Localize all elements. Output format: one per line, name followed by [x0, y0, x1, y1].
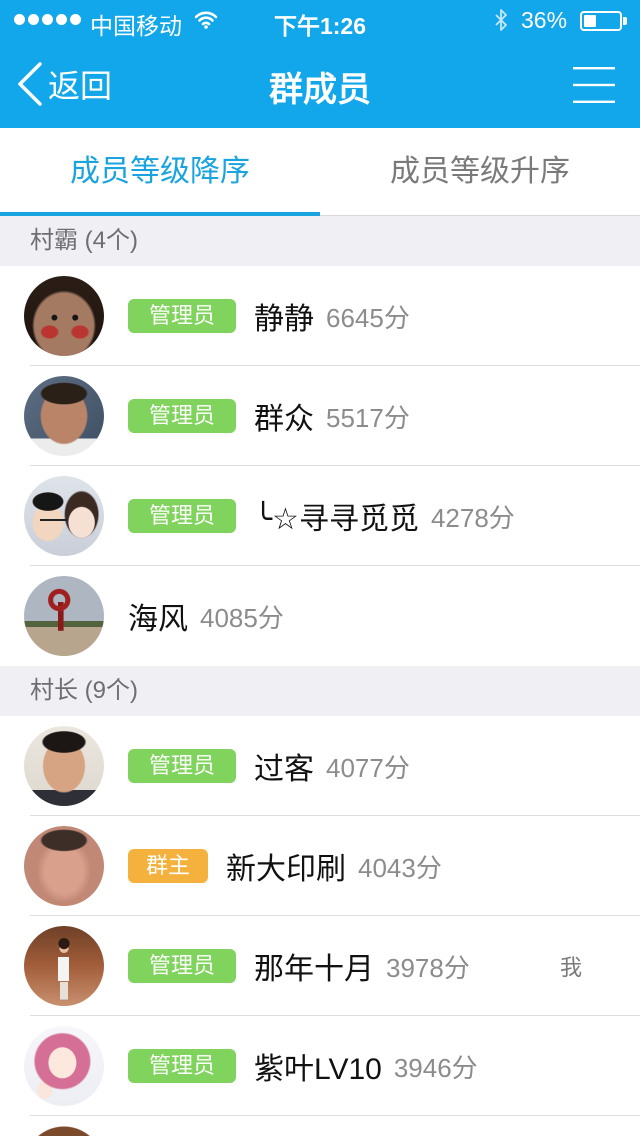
signal-strength: [14, 14, 84, 26]
page-title: 群成员: [269, 71, 371, 109]
member-name: 群众: [254, 403, 314, 436]
member-name: 紫叶LV10: [254, 1053, 382, 1086]
avatar: [24, 376, 104, 456]
app-header: 中国移动 下午1:26 36% 返回 群成员: [0, 0, 640, 128]
signal-dot-icon: [28, 14, 39, 25]
tab-level-ascending[interactable]: 成员等级升序: [320, 128, 640, 215]
carrier-name: 中国移动: [90, 13, 182, 39]
member-row[interactable]: 管理员 过客 4077分: [0, 716, 640, 816]
signal-dot-icon: [42, 14, 53, 25]
self-tag: 我: [560, 955, 583, 980]
avatar: [24, 726, 104, 806]
wifi-icon: [194, 11, 218, 29]
battery-level-fill: [584, 15, 596, 27]
admin-badge: 管理员: [128, 399, 236, 433]
admin-badge: 管理员: [128, 299, 236, 333]
admin-badge: 管理员: [128, 949, 236, 983]
section-header: 村长 (9个): [0, 666, 640, 716]
admin-badge: 管理员: [128, 499, 236, 533]
member-row[interactable]: 管理员 群众 5517分: [0, 366, 640, 466]
member-name: 过客: [254, 753, 314, 786]
member-name: 新大印刷: [226, 853, 346, 886]
avatar: [24, 1126, 104, 1136]
member-row[interactable]: 管理员 紫叶LV10 3946分: [0, 1016, 640, 1116]
member-name: 海风: [128, 603, 188, 636]
battery-icon: [580, 11, 622, 31]
owner-badge: 群主: [128, 849, 208, 883]
member-list: 村霸 (4个) 管理员 静静 6645分 管理员 群众 5517分 管理员 ╰☆…: [0, 216, 640, 1136]
section-header: 村霸 (4个): [0, 216, 640, 266]
member-score: 3978分: [386, 952, 470, 983]
bluetooth-icon: [495, 9, 507, 31]
avatar: [24, 826, 104, 906]
tab-level-descending[interactable]: 成员等级降序: [0, 128, 320, 216]
member-row[interactable]: 群主 新大印刷 4043分: [0, 816, 640, 916]
battery-percent: 36%: [521, 7, 568, 33]
avatar: [24, 576, 104, 656]
member-name: ╰☆寻寻觅觅: [254, 503, 419, 536]
member-score: 4043分: [358, 852, 442, 883]
member-score: 4077分: [326, 752, 410, 783]
chevron-left-icon: [18, 62, 42, 106]
admin-badge: 管理员: [128, 1049, 236, 1083]
clock: 下午1:26: [273, 13, 367, 39]
avatar: [24, 926, 104, 1006]
status-bar: 中国移动 下午1:26 36%: [0, 0, 640, 40]
battery-tip: [623, 17, 627, 25]
menu-icon[interactable]: [572, 66, 616, 104]
member-row[interactable]: 管理员 静静 6645分: [0, 266, 640, 366]
signal-dot-icon: [14, 14, 25, 25]
back-button[interactable]: 返回: [14, 60, 112, 108]
avatar: [24, 276, 104, 356]
member-row[interactable]: [0, 1116, 640, 1136]
signal-dot-icon: [56, 14, 67, 25]
member-score: 5517分: [326, 402, 410, 433]
member-name: 静静: [254, 303, 314, 336]
signal-dot-icon: [70, 14, 81, 25]
member-score: 6645分: [326, 302, 410, 333]
member-score: 4278分: [430, 502, 515, 533]
member-name: 那年十月: [254, 953, 374, 986]
member-row[interactable]: 海风 4085分: [0, 566, 640, 666]
sort-tabs: 成员等级降序 成员等级升序: [0, 128, 640, 216]
avatar: [24, 1026, 104, 1106]
member-row[interactable]: 管理员 ╰☆寻寻觅觅 4278分: [0, 466, 640, 566]
admin-badge: 管理员: [128, 749, 236, 783]
member-score: 4085分: [200, 602, 284, 633]
back-label: 返回: [48, 68, 113, 104]
avatar: [24, 476, 104, 556]
member-row[interactable]: 管理员 那年十月 3978分 我: [0, 916, 640, 1016]
member-score: 3946分: [393, 1052, 478, 1083]
